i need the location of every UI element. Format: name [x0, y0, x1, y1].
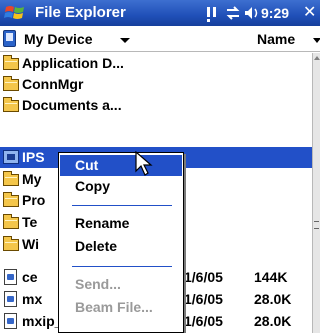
menu-item-label: Copy — [75, 178, 110, 194]
folder-icon — [3, 76, 19, 91]
menu-separator — [72, 266, 172, 267]
title-bar: File Explorer 9:29 ✕ — [0, 0, 320, 26]
menu-item-label: Rename — [75, 215, 130, 231]
connectivity-icon[interactable] — [225, 3, 241, 23]
menu-item-beam-file[interactable]: Beam File... — [60, 297, 182, 318]
folder-icon — [3, 55, 19, 70]
item-name: ConnMgr — [22, 76, 84, 92]
folder-icon — [3, 171, 19, 186]
list-item[interactable]: Application D... — [0, 53, 312, 74]
item-name: Wi — [22, 236, 39, 252]
menu-item-send[interactable]: Send... — [60, 274, 182, 295]
scroll-up-arrow-icon[interactable] — [314, 56, 320, 60]
folder-icon — [3, 236, 19, 251]
menu-item-label: Delete — [75, 238, 118, 254]
folder-icon — [3, 97, 19, 112]
menu-item-cut[interactable]: Cut — [60, 155, 182, 176]
item-date: 1/6/05 — [184, 291, 223, 307]
windows-flag-icon[interactable] — [4, 3, 26, 23]
scroll-thumb[interactable] — [314, 221, 319, 229]
item-name: ce — [22, 269, 38, 285]
file-icon — [3, 269, 19, 285]
location-bar: My Device Name — [0, 26, 320, 52]
vertical-scrollbar[interactable] — [312, 53, 320, 333]
item-name: Pro — [22, 192, 46, 208]
device-icon — [3, 30, 16, 47]
item-name: Application D... — [22, 55, 124, 71]
item-date: 1/6/05 — [184, 269, 223, 285]
close-button[interactable]: ✕ — [303, 3, 316, 23]
chevron-down-icon[interactable] — [120, 38, 130, 43]
file-icon — [3, 313, 19, 329]
list-item[interactable]: ConnMgr — [0, 74, 312, 95]
item-date: 1/6/05 — [184, 313, 223, 329]
menu-separator — [72, 205, 172, 206]
item-size: 28.0K — [254, 291, 292, 307]
item-size: 28.0K — [254, 313, 292, 329]
item-name: mx — [22, 291, 43, 307]
item-name: Documents a... — [22, 97, 122, 113]
volume-icon[interactable] — [244, 3, 260, 23]
menu-item-copy[interactable]: Copy — [60, 176, 182, 197]
list-item[interactable]: Documents a... — [0, 95, 312, 116]
menu-item-label: Send... — [75, 276, 121, 292]
notification-icon[interactable] — [205, 3, 219, 23]
folder-icon — [3, 214, 19, 229]
folder-icon — [3, 192, 19, 207]
sort-chevron-down-icon[interactable] — [313, 38, 320, 43]
context-menu: Cut Copy Rename Delete Send... Beam File… — [58, 152, 184, 333]
window-title: File Explorer — [35, 4, 126, 21]
clock-time[interactable]: 9:29 — [261, 5, 289, 21]
file-icon — [3, 291, 19, 307]
menu-item-delete[interactable]: Delete — [60, 236, 182, 257]
menu-item-label: Beam File... — [75, 299, 153, 315]
item-size: 144K — [254, 269, 288, 285]
item-name: My — [22, 171, 42, 187]
menu-item-label: Cut — [75, 157, 99, 173]
location-dropdown-label[interactable]: My Device — [24, 31, 92, 47]
sort-dropdown-label[interactable]: Name — [257, 31, 295, 47]
item-name: IPS — [22, 149, 45, 165]
menu-item-rename[interactable]: Rename — [60, 213, 182, 234]
system-folder-icon — [3, 150, 19, 164]
mouse-pointer-icon — [135, 151, 153, 176]
item-name: Te — [22, 214, 38, 230]
